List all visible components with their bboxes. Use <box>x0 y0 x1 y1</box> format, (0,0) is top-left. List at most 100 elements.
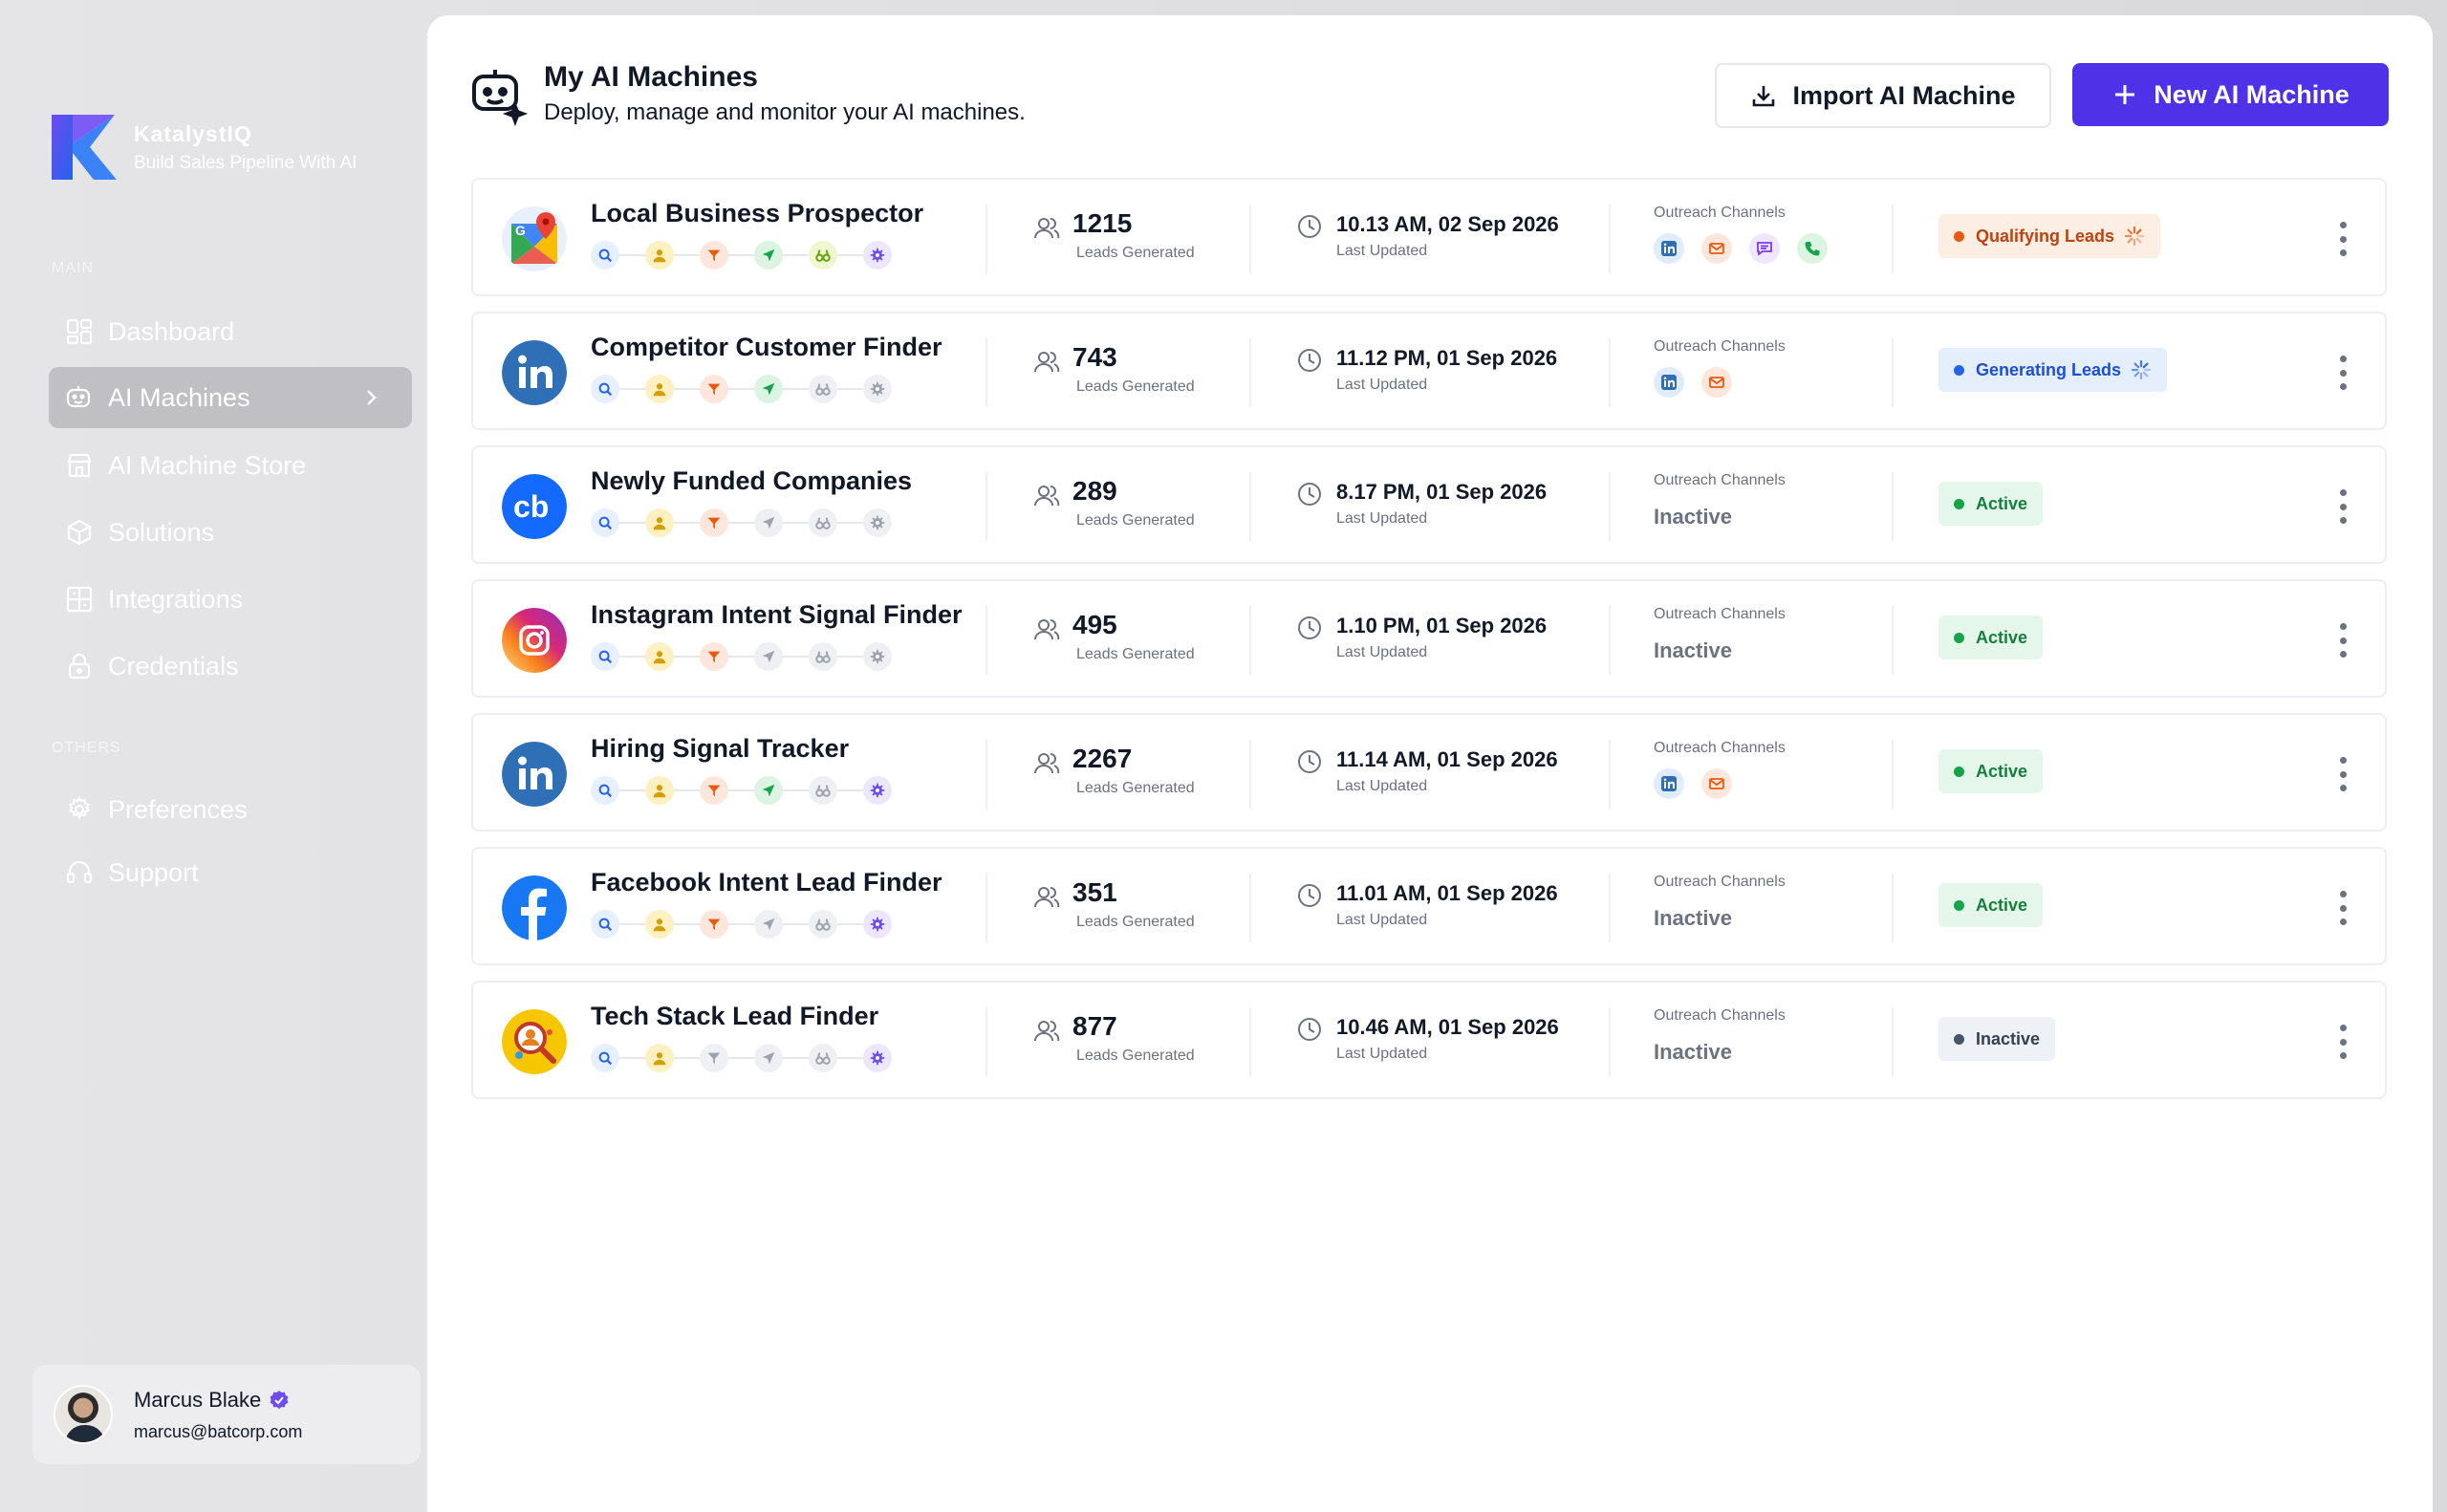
sidebar-item-credentials[interactable]: Credentials <box>49 636 412 697</box>
user-icon <box>645 241 674 270</box>
store-icon <box>64 450 95 481</box>
binoculars-icon <box>809 642 837 671</box>
leads-count: 289 <box>1072 476 1117 506</box>
divider <box>985 338 987 407</box>
more-options-icon[interactable] <box>2337 489 2349 524</box>
machine-row[interactable]: Tech Stack Lead Finder 877 Leads Generat… <box>471 981 2387 1099</box>
channels-inactive: Inactive <box>1654 1040 1732 1064</box>
sidebar-item-label: Integrations <box>108 584 244 614</box>
search-icon <box>591 508 619 537</box>
divider <box>1249 205 1251 273</box>
channels-caption: Outreach Channels <box>1654 1007 1786 1024</box>
sidebar-item-ai-machine-store[interactable]: AI Machine Store <box>49 435 412 496</box>
user-icon <box>645 375 674 403</box>
machine-name[interactable]: Instagram Intent Signal Finder <box>591 600 963 630</box>
leads-caption: Leads Generated <box>1076 378 1195 395</box>
more-options-icon[interactable] <box>2337 891 2349 925</box>
users-icon <box>1034 753 1060 774</box>
brand-name: KatalystIQ <box>134 120 252 146</box>
gear-icon <box>64 794 95 825</box>
users-icon <box>1034 619 1060 640</box>
last-updated-time: 1.10 PM, 01 Sep 2026 <box>1336 614 1548 637</box>
pipeline-steps <box>591 375 892 403</box>
more-options-icon[interactable] <box>2337 757 2349 791</box>
machine-row[interactable]: Instagram Intent Signal Finder 495 Leads… <box>471 579 2387 698</box>
import-label: Import AI Machine <box>1792 80 2016 110</box>
user-icon <box>645 910 674 939</box>
sidebar-item-preferences[interactable]: Preferences <box>49 779 412 840</box>
machine-row[interactable]: G Local Business Prospector 1215 Leads G… <box>471 178 2387 296</box>
svg-text:cb: cb <box>513 489 549 524</box>
last-updated-time: 11.12 PM, 01 Sep 2026 <box>1336 346 1558 370</box>
step-connector <box>783 656 809 658</box>
binoculars-icon <box>809 910 837 939</box>
divider <box>1249 1007 1251 1076</box>
status-label: Inactive <box>1976 1028 2041 1048</box>
leads-caption: Leads Generated <box>1076 512 1195 529</box>
more-options-icon[interactable] <box>2337 356 2349 390</box>
status-label: Generating Leads <box>1976 359 2122 379</box>
plus-icon <box>2115 85 2135 104</box>
step-connector <box>619 789 645 791</box>
clock-icon <box>1298 215 1321 238</box>
techstack-logo-icon <box>502 1009 567 1074</box>
sidebar-item-support[interactable]: Support <box>49 842 412 903</box>
more-options-icon[interactable] <box>2337 1025 2349 1059</box>
step-connector <box>728 254 754 256</box>
divider <box>1892 874 1894 942</box>
pipeline-steps <box>591 910 892 939</box>
import-ai-machine-button[interactable]: Import AI Machine <box>1715 63 2051 128</box>
machine-name[interactable]: Competitor Customer Finder <box>591 333 942 362</box>
status-dot <box>1954 498 1964 509</box>
sidebar-item-label: Support <box>108 857 199 887</box>
status-badge: Active <box>1938 482 2044 526</box>
machine-name[interactable]: Facebook Intent Lead Finder <box>591 868 942 897</box>
last-updated-time: 8.17 PM, 01 Sep 2026 <box>1336 480 1548 504</box>
status-badge: Generating Leads <box>1938 348 2168 392</box>
divider <box>1609 472 1611 541</box>
sidebar-item-solutions[interactable]: Solutions <box>49 502 412 563</box>
google-maps-logo-icon: G <box>502 206 567 271</box>
outreach-channel-icons <box>1654 233 1845 264</box>
new-ai-machine-button[interactable]: New AI Machine <box>2072 63 2389 126</box>
machine-row[interactable]: Facebook Intent Lead Finder 351 Leads Ge… <box>471 847 2387 965</box>
step-connector <box>619 923 645 925</box>
binoculars-icon <box>809 241 837 270</box>
more-options-icon[interactable] <box>2337 623 2349 658</box>
sidebar-item-integrations[interactable]: Integrations <box>49 569 412 630</box>
loading-spinner-icon <box>2131 359 2152 380</box>
user-icon <box>645 776 674 805</box>
machine-name[interactable]: Local Business Prospector <box>591 199 923 228</box>
facebook-logo-icon <box>502 875 567 940</box>
more-options-icon[interactable] <box>2337 222 2349 256</box>
step-connector <box>674 789 700 791</box>
divider <box>1892 1007 1894 1076</box>
step-connector <box>837 1057 863 1059</box>
email-channel-icon <box>1701 768 1732 799</box>
sidebar-item-ai-machines[interactable]: AI Machines <box>49 367 412 428</box>
send-icon <box>754 642 783 671</box>
search-icon <box>591 1044 619 1072</box>
step-connector <box>674 656 700 658</box>
machine-name[interactable]: Tech Stack Lead Finder <box>591 1002 878 1031</box>
users-icon <box>1034 352 1060 373</box>
step-connector <box>837 923 863 925</box>
brand[interactable]: KatalystIQ Build Sales Pipeline With AI <box>52 115 357 180</box>
cube-icon <box>64 517 95 548</box>
chevron-right-icon <box>367 390 377 405</box>
status-dot <box>1954 766 1964 777</box>
step-connector <box>619 522 645 524</box>
machine-name[interactable]: Newly Funded Companies <box>591 466 912 496</box>
svg-text:G: G <box>515 223 526 238</box>
machine-row[interactable]: cb Newly Funded Companies 289 Leads Gene… <box>471 445 2387 564</box>
machine-row[interactable]: Competitor Customer Finder 743 Leads Gen… <box>471 312 2387 430</box>
last-updated-caption: Last Updated <box>1336 377 1428 393</box>
step-connector <box>619 656 645 658</box>
machine-row[interactable]: Hiring Signal Tracker 2267 Leads Generat… <box>471 713 2387 832</box>
filter-icon <box>700 910 728 939</box>
user-card[interactable]: Marcus Blake marcus@batcorp.com <box>32 1365 421 1464</box>
machine-name[interactable]: Hiring Signal Tracker <box>591 734 849 764</box>
search-icon <box>591 241 619 270</box>
sidebar-item-dashboard[interactable]: Dashboard <box>49 301 412 362</box>
status-badge: Active <box>1938 883 2044 927</box>
